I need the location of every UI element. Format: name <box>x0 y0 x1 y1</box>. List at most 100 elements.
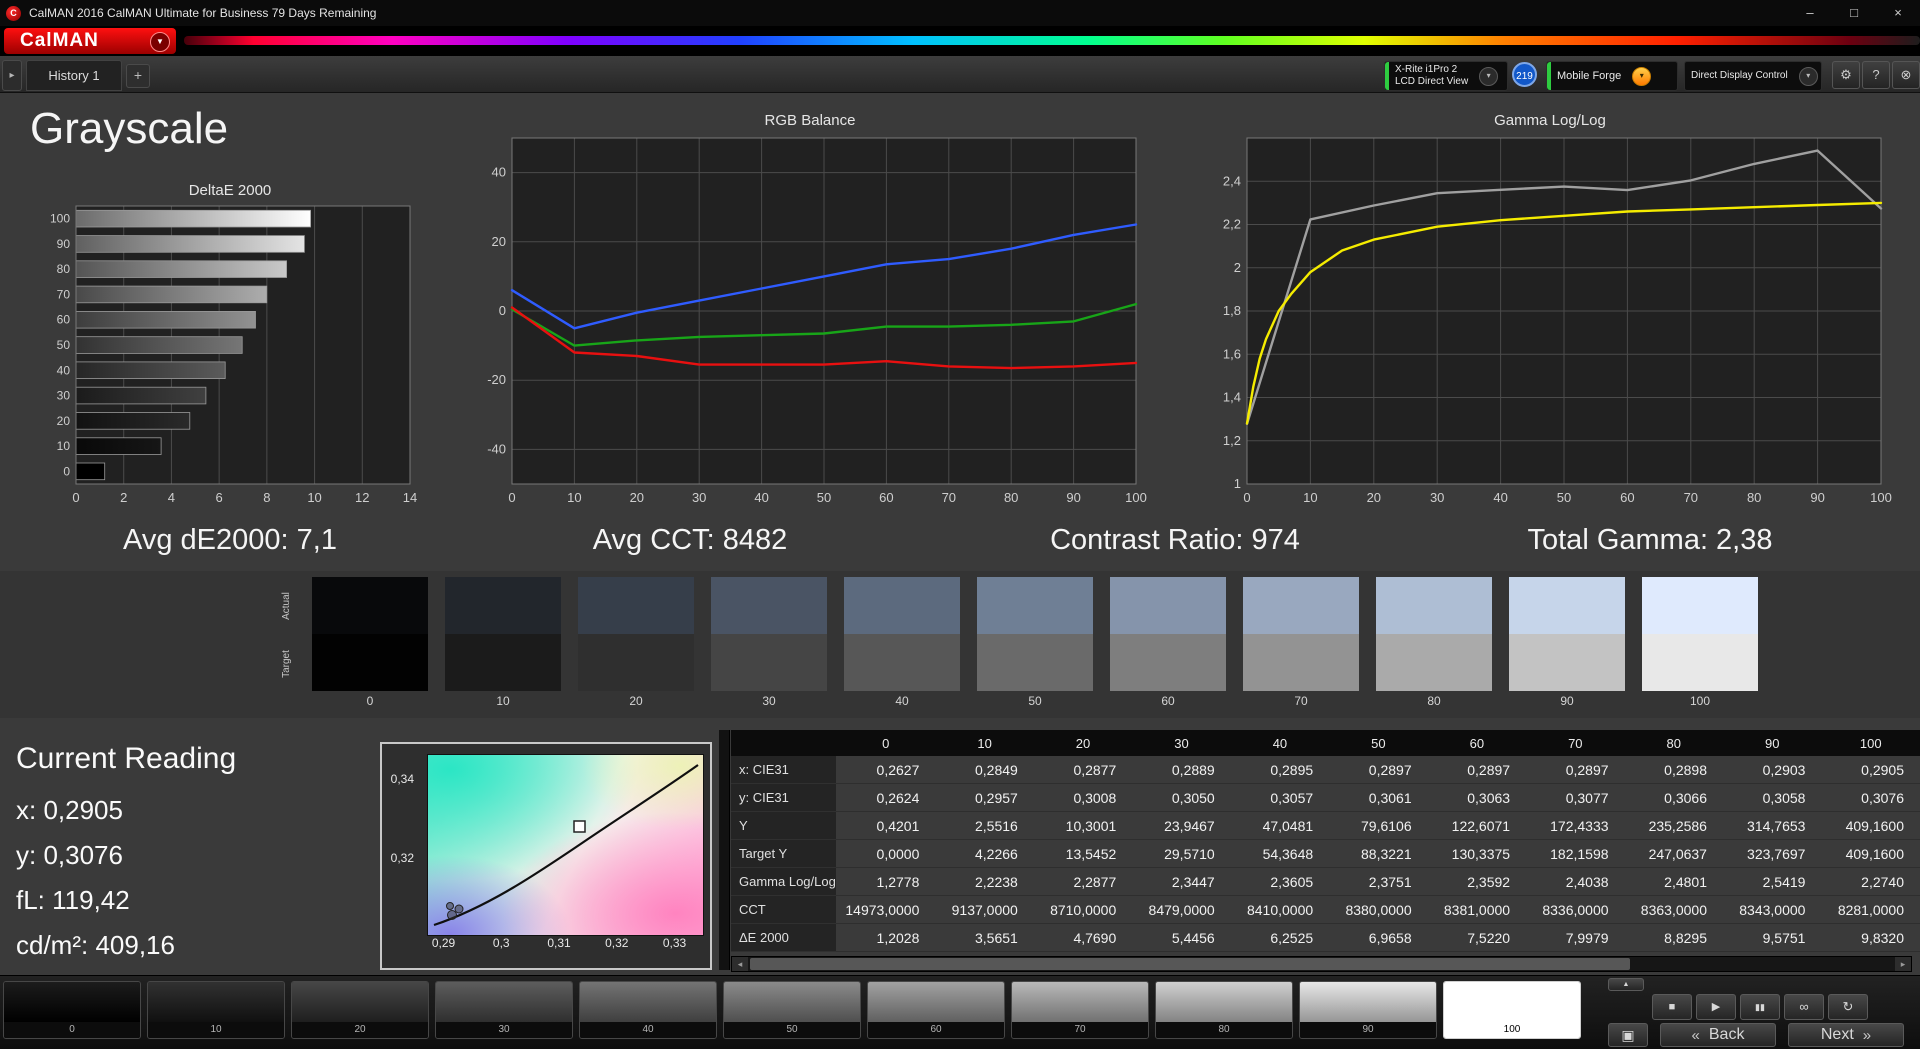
deltae-chart-title: DeltaE 2000 <box>188 182 272 199</box>
close-button[interactable]: × <box>1876 0 1920 26</box>
display-control-selector[interactable]: Direct Display Control ▾ <box>1684 61 1822 91</box>
table-row: Y 0,4201 2,5516 10,3001 23,9467 47,0481 79,610… <box>731 811 1920 840</box>
layout-button[interactable]: ▣ <box>1608 1023 1648 1047</box>
table-row: Gamma Log/Log 1,2778 2,2238 2,2877 2,3447 2,3… <box>731 867 1920 896</box>
cie-gamut-plot <box>427 754 704 936</box>
table-cell: 409,1600 <box>1821 839 1920 868</box>
patch-gradient <box>580 982 716 1022</box>
patch-button-90[interactable]: 90 <box>1299 981 1437 1039</box>
scroll-right-arrow-icon[interactable]: ▸ <box>1895 957 1911 971</box>
swatch-target <box>1376 634 1492 691</box>
cie-y-tick: 0,34 <box>390 772 414 787</box>
patch-label: 70 <box>1012 1022 1148 1038</box>
svg-text:100: 100 <box>50 212 70 226</box>
help-icon: ? <box>1872 67 1880 82</box>
minimize-button[interactable]: – <box>1788 0 1832 26</box>
table-horizontal-scrollbar[interactable]: ◂ ▸ <box>731 956 1912 972</box>
svg-text:0: 0 <box>72 490 79 505</box>
add-tab-button[interactable]: + <box>126 64 150 88</box>
table-cell: 314,7653 <box>1722 811 1822 840</box>
svg-text:30: 30 <box>692 490 706 505</box>
table-cell: 2,5516 <box>935 811 1034 840</box>
svg-text:70: 70 <box>942 490 956 505</box>
table-cell: 2,3447 <box>1132 867 1231 896</box>
patch-button-30[interactable]: 30 <box>435 981 573 1039</box>
patch-label: 10 <box>148 1022 284 1038</box>
panel-collapse-button[interactable]: ▸ <box>2 60 22 91</box>
swatch-label: 40 <box>895 694 909 708</box>
table-cell: 0,2897 <box>1329 756 1428 784</box>
swatch-label: 0 <box>366 694 374 708</box>
swatch-label: 90 <box>1560 694 1574 708</box>
table-row: ΔE 2000 1,2028 3,5651 4,7690 5,4456 6,2525 6,9… <box>731 923 1920 952</box>
table-cell: 7,9979 <box>1526 923 1625 952</box>
tab-history-1[interactable]: History 1 <box>26 60 122 91</box>
patch-button-100[interactable]: 100 <box>1443 981 1581 1039</box>
help-button[interactable]: ? <box>1862 61 1890 89</box>
transport-collapse-button[interactable]: ▲ <box>1608 978 1644 991</box>
play-button[interactable]: ▶ <box>1696 994 1736 1020</box>
svg-text:90: 90 <box>1066 490 1080 505</box>
maximize-button[interactable]: □ <box>1832 0 1876 26</box>
table-cell: 8363,0000 <box>1624 895 1723 924</box>
brand-bar: CalMAN ▼ <box>0 26 1920 56</box>
continuous-read-button[interactable]: ∞ <box>1784 994 1824 1020</box>
table-cell: 0,2897 <box>1526 756 1625 784</box>
table-cell: 1,2778 <box>836 867 936 896</box>
svg-text:50: 50 <box>1557 490 1571 505</box>
gamma-chart-title: Gamma Log/Log <box>1494 112 1606 129</box>
table-cell: 8410,0000 <box>1230 895 1330 924</box>
swatch-actual <box>312 577 428 634</box>
settings-button[interactable]: ⚙ <box>1832 61 1860 89</box>
svg-text:0: 0 <box>499 303 506 318</box>
stop-button[interactable]: ■ <box>1652 994 1692 1020</box>
svg-text:90: 90 <box>1810 490 1824 505</box>
current-reading-title: Current Reading <box>16 742 237 775</box>
table-cell: 47,0481 <box>1230 811 1330 840</box>
patch-button-20[interactable]: 20 <box>291 981 429 1039</box>
table-cell: 0,3058 <box>1722 783 1822 812</box>
table-cell: 54,3648 <box>1230 839 1330 868</box>
swatch-label: 20 <box>629 694 643 708</box>
swatch-label: 100 <box>1689 694 1711 708</box>
back-button[interactable]: « Back <box>1660 1023 1776 1047</box>
patch-button-0[interactable]: 0 <box>3 981 141 1039</box>
table-cell: 13,5452 <box>1033 839 1133 868</box>
patch-gradient <box>1444 982 1580 1022</box>
meter-selector[interactable]: X-Rite i1Pro 2 LCD Direct View ▾ <box>1384 61 1508 91</box>
patch-gradient <box>1300 982 1436 1022</box>
patch-button-70[interactable]: 70 <box>1011 981 1149 1039</box>
next-button[interactable]: Next » <box>1788 1023 1904 1047</box>
patch-button-50[interactable]: 50 <box>723 981 861 1039</box>
meter-mode: LCD Direct View <box>1395 76 1469 87</box>
pause-icon: ▮▮ <box>1755 1002 1765 1012</box>
patch-button-40[interactable]: 40 <box>579 981 717 1039</box>
table-cell: 0,3061 <box>1329 783 1428 812</box>
scrollbar-thumb[interactable] <box>750 958 1630 970</box>
rgb-balance-chart-title: RGB Balance <box>764 112 856 129</box>
reading-fl: fL: 119,42 <box>16 885 130 915</box>
table-cell: 0,2957 <box>935 783 1034 812</box>
swatch-label: 50 <box>1028 694 1042 708</box>
patch-button-60[interactable]: 60 <box>867 981 1005 1039</box>
pause-button[interactable]: ▮▮ <box>1740 994 1780 1020</box>
table-cell: 0,2905 <box>1821 756 1920 784</box>
patch-label: 60 <box>868 1022 1004 1038</box>
swatch-target <box>312 634 428 691</box>
source-selector[interactable]: Mobile Forge ▾ <box>1546 61 1678 91</box>
de-bar-90 <box>75 235 305 253</box>
swatch-actual <box>1243 577 1359 634</box>
swatch-label: 60 <box>1161 694 1175 708</box>
scroll-left-arrow-icon[interactable]: ◂ <box>732 957 748 971</box>
table-cell: 8336,0000 <box>1526 895 1625 924</box>
svg-text:2,4: 2,4 <box>1223 173 1241 188</box>
gear-icon: ⚙ <box>1840 67 1852 82</box>
table-col-header: 0 <box>836 730 936 756</box>
patch-button-10[interactable]: 10 <box>147 981 285 1039</box>
power-button[interactable]: ⊗ <box>1892 61 1920 89</box>
table-cell: 6,2525 <box>1230 923 1330 952</box>
patch-button-80[interactable]: 80 <box>1155 981 1293 1039</box>
refresh-button[interactable]: ↻ <box>1828 994 1868 1020</box>
calman-logo-menu[interactable]: CalMAN ▼ <box>4 28 176 54</box>
plot-svg: 0 10 20 30 40 50 60 70 80 90 100 -40 -20 0 20 40 <box>487 137 1147 505</box>
